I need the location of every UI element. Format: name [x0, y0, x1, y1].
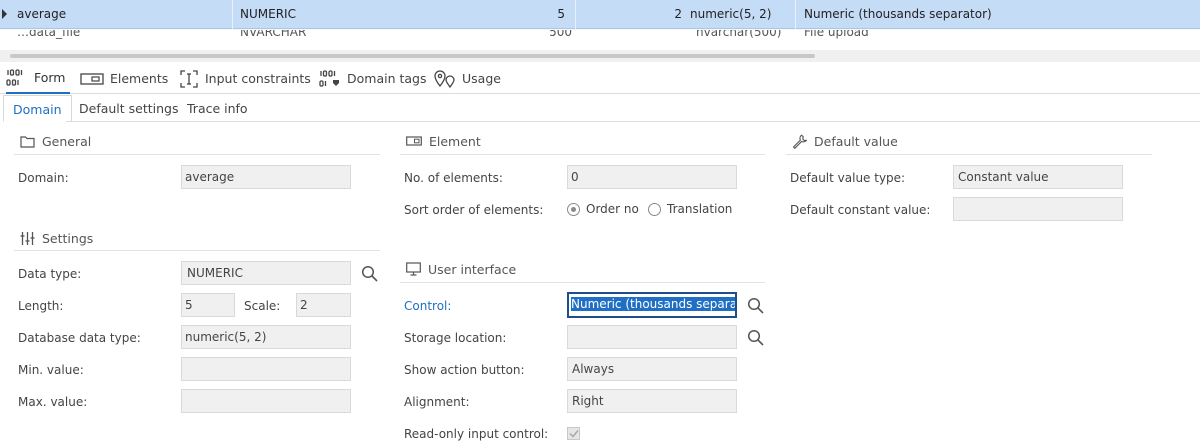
default-value-type-field[interactable]: Constant value — [953, 165, 1123, 189]
tab-elements[interactable]: Elements — [80, 63, 168, 94]
radio-label: Translation — [667, 202, 733, 216]
grid-row[interactable]: …data_file NVARCHAR 500 nvarchar(500) Fi… — [0, 30, 1200, 50]
storage-location-label: Storage location: — [404, 331, 507, 345]
domain-field[interactable]: average — [181, 165, 351, 189]
control-search-button[interactable] — [745, 295, 765, 315]
subtab-default-settings[interactable]: Default settings — [71, 95, 187, 122]
scale-field[interactable]: 2 — [296, 293, 351, 317]
grid-cell-scale[interactable]: 2 — [674, 0, 682, 29]
grid-row-selected[interactable]: average NUMERIC 5 2 numeric(5, 2) Numeri… — [0, 0, 1200, 29]
show-action-button-field[interactable]: Always — [567, 357, 737, 381]
radio-selected-icon — [567, 202, 580, 216]
sort-order-radio-translation[interactable]: Translation — [648, 197, 732, 221]
tab-form[interactable]: Form — [6, 63, 70, 94]
subtab-domain[interactable]: Domain — [3, 95, 72, 122]
max-value-label: Max. value: — [18, 395, 88, 409]
storage-location-search-button[interactable] — [745, 327, 765, 347]
scrollbar-thumb[interactable] — [10, 54, 815, 58]
default-value-type-label: Default value type: — [790, 171, 906, 185]
sliders-icon — [20, 231, 35, 245]
domain-tags-icon — [319, 69, 339, 87]
tab-input-constraints[interactable]: Input constraints — [179, 63, 311, 94]
search-icon — [747, 297, 764, 314]
section-title: Element — [429, 133, 481, 149]
sort-order-radio-order-no[interactable]: Order no — [567, 197, 639, 221]
input-constraints-icon — [180, 69, 198, 88]
domain-grid: average NUMERIC 5 2 numeric(5, 2) Numeri… — [0, 0, 1200, 62]
data-type-field[interactable]: NUMERIC — [181, 261, 351, 285]
monitor-icon — [406, 262, 421, 276]
tab-label: Elements — [110, 71, 169, 86]
radio-unselected-icon — [648, 202, 661, 216]
control-field[interactable]: Numeric (thousands separator) — [567, 292, 737, 318]
section-title: Default value — [814, 133, 898, 149]
scale-label: Scale: — [244, 299, 281, 313]
section-title: General — [42, 133, 92, 149]
grid-cell-db-type[interactable]: numeric(5, 2) — [690, 0, 771, 29]
wrench-icon — [792, 134, 807, 149]
grid-cell-control[interactable]: Numeric (thousands separator) — [804, 0, 992, 29]
checkmark-icon — [568, 430, 579, 438]
grid-cell-length[interactable]: 500 — [549, 30, 572, 47]
section-title: Settings — [42, 230, 94, 246]
read-only-checkbox[interactable] — [567, 427, 580, 440]
grid-cell-data-type[interactable]: NUMERIC — [240, 0, 296, 29]
section-title: User interface — [428, 261, 517, 277]
show-action-button-label: Show action button: — [404, 363, 525, 377]
tab-usage[interactable]: Usage — [434, 63, 501, 94]
section-element: Element — [406, 131, 481, 151]
elements-icon — [80, 72, 104, 85]
tab-label: Input constraints — [205, 71, 311, 86]
grid-cell-data-type[interactable]: NVARCHAR — [240, 30, 306, 47]
tab-label: Form — [34, 70, 66, 85]
element-icon — [406, 136, 422, 146]
length-label: Length: — [18, 299, 64, 313]
grid-cell-domain[interactable]: average — [17, 0, 66, 29]
alignment-field[interactable]: Right — [567, 389, 737, 413]
search-icon — [747, 329, 764, 346]
default-constant-value-label: Default constant value: — [790, 203, 931, 217]
min-value-field[interactable] — [181, 357, 351, 381]
tab-domain-tags[interactable]: Domain tags — [319, 63, 427, 94]
grid-cell-control[interactable]: File upload — [804, 30, 869, 47]
row-indicator-icon — [2, 9, 7, 19]
length-field[interactable]: 5 — [181, 293, 235, 317]
no-of-elements-label: No. of elements: — [404, 171, 503, 185]
horizontal-scrollbar[interactable] — [0, 50, 1200, 62]
read-only-label: Read-only input control: — [404, 427, 549, 441]
grid-cell-length[interactable]: 5 — [557, 0, 565, 29]
domain-label: Domain: — [18, 171, 69, 185]
data-type-label: Data type: — [18, 267, 82, 281]
db-data-type-label: Database data type: — [18, 331, 141, 345]
radio-label: Order no — [586, 202, 639, 216]
sort-order-label: Sort order of elements: — [404, 203, 544, 217]
section-user-interface: User interface — [406, 259, 516, 279]
grid-cell-db-type[interactable]: nvarchar(500) — [696, 30, 782, 47]
storage-location-field[interactable] — [567, 325, 737, 349]
control-value: Numeric (thousands separator) — [571, 297, 735, 311]
section-general: General — [20, 131, 91, 151]
tab-label: Usage — [462, 71, 501, 86]
default-constant-value-field[interactable] — [953, 197, 1123, 221]
data-type-search-button[interactable] — [359, 263, 379, 283]
usage-icon — [434, 69, 455, 88]
main-tabs: Form Elements Input constraints Domain t… — [0, 63, 1200, 94]
control-label-link[interactable]: Control: — [404, 294, 451, 318]
search-icon — [361, 265, 378, 282]
grid-cell-domain[interactable]: …data_file — [17, 30, 80, 47]
section-settings: Settings — [20, 228, 93, 248]
subtab-trace-info[interactable]: Trace info — [179, 95, 256, 122]
folder-icon — [20, 135, 35, 148]
no-of-elements-field[interactable]: 0 — [567, 165, 737, 189]
alignment-label: Alignment: — [404, 395, 470, 409]
sub-tabs: Domain Default settings Trace info — [0, 95, 1200, 122]
min-value-label: Min. value: — [18, 363, 84, 377]
tab-label: Domain tags — [347, 71, 427, 86]
db-data-type-field[interactable]: numeric(5, 2) — [181, 325, 351, 349]
form-icon — [6, 68, 23, 86]
max-value-field[interactable] — [181, 389, 351, 413]
section-default-value: Default value — [792, 131, 898, 151]
